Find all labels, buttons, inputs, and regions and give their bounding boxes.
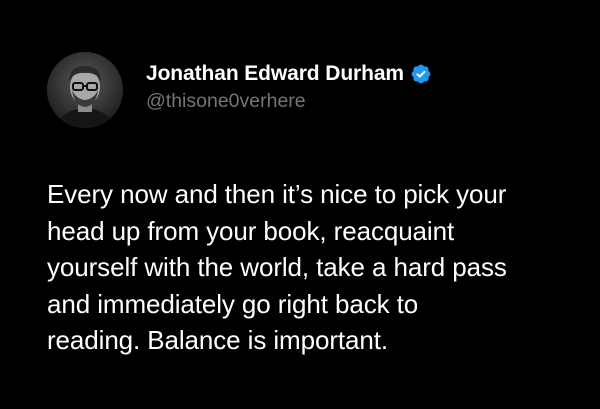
tweet-card: Jonathan Edward Durham @thisone0verhere … — [0, 0, 600, 409]
author-handle[interactable]: @thisone0verhere — [146, 90, 566, 113]
avatar[interactable] — [47, 52, 123, 128]
name-row: Jonathan Edward Durham — [146, 60, 566, 88]
avatar-photo-icon — [47, 52, 123, 128]
tweet-text: Every now and then it’s nice to pick you… — [47, 179, 507, 355]
tweet-header: Jonathan Edward Durham @thisone0verhere — [146, 60, 566, 113]
verified-badge-icon — [410, 63, 432, 85]
author-display-name[interactable]: Jonathan Edward Durham — [146, 62, 404, 86]
